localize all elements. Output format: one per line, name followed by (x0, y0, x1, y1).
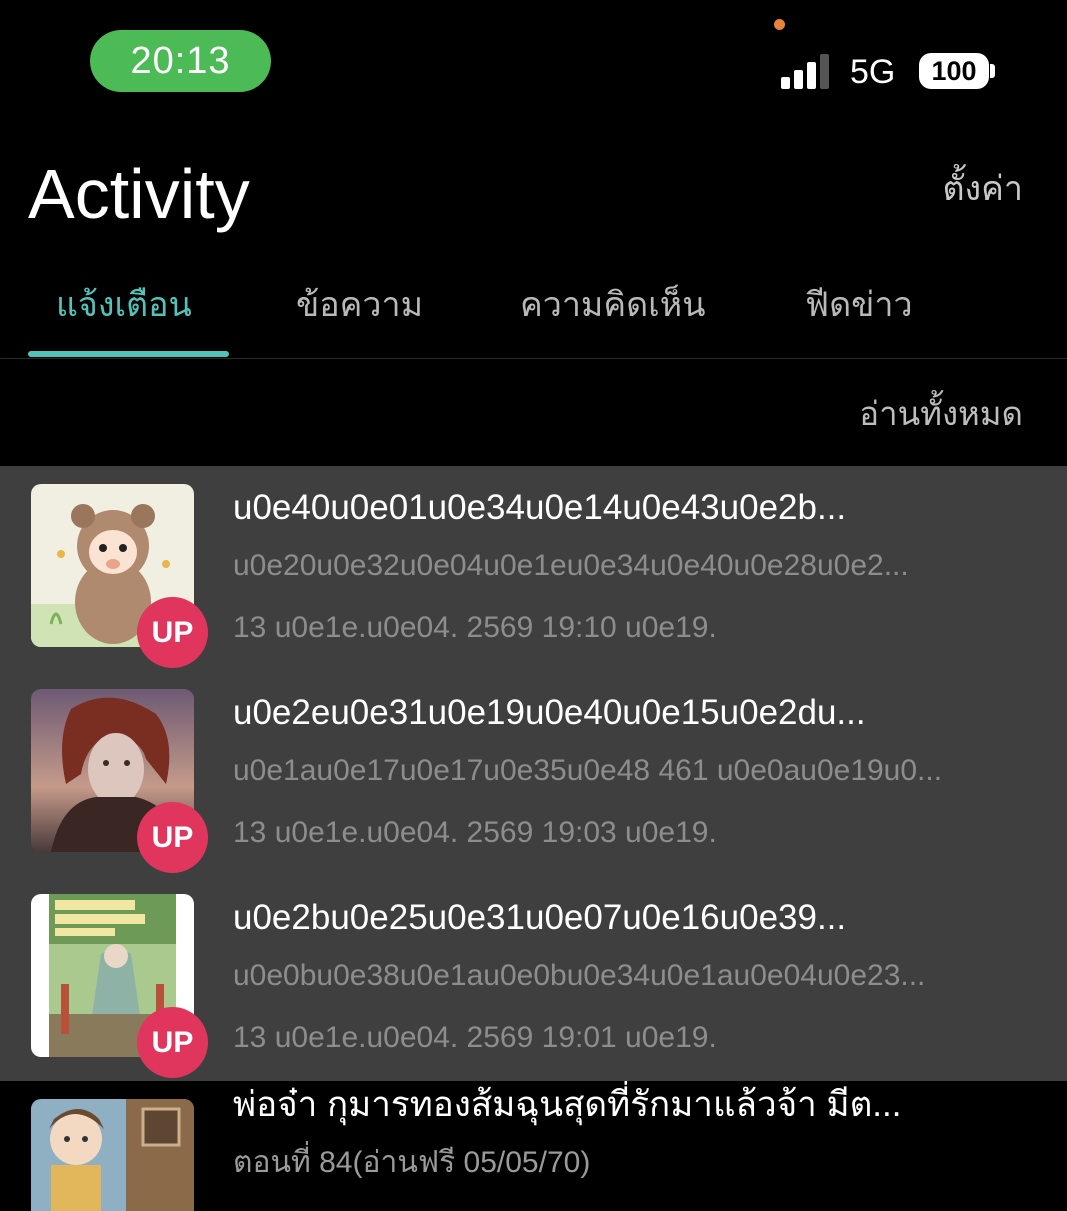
signal-strength-icon (781, 53, 831, 89)
notification-title: พ่อจ๋า กุมารทองส้มฉุนสุดที่รักมาแล้วจ้า … (233, 1085, 902, 1124)
notification-title: u0e2bu0e25u0e31u0e07u0e16u0e39... (233, 898, 847, 937)
tab-bar: แจ้งเตือน ข้อความ ความคิดเห็น ฟีดข่าว (0, 270, 1067, 359)
notification-time: 13 u0e1e.u0e04. 2569 19:03 u0e19. (233, 816, 717, 849)
notification-item[interactable]: UP u0e2bu0e25u0e31u0e07u0e16u0e39... u0e… (0, 876, 1067, 1081)
notification-item[interactable]: พ่อจ๋า กุมารทองส้มฉุนสุดที่รักมาแล้วจ้า … (0, 1081, 1067, 1211)
tab-notifications[interactable]: แจ้งเตือน (56, 280, 192, 330)
notification-title: u0e2eu0e31u0e19u0e40u0e15u0e2du... (233, 693, 866, 732)
settings-button[interactable]: ตั้งค่า (942, 164, 1023, 214)
network-type: 5G (850, 53, 896, 91)
notification-list: UP u0e40u0e01u0e34u0e14u0e43u0e2b... u0e… (0, 466, 1067, 1211)
cover-thumbnail (31, 1099, 194, 1211)
battery-level: 100 (931, 56, 977, 86)
privacy-indicator-dot (774, 19, 785, 30)
status-bar: 20:13 5G 100 (0, 0, 1067, 120)
notification-item[interactable]: UP u0e2eu0e31u0e19u0e40u0e15u0e2du... u0… (0, 671, 1067, 876)
notification-subtitle: u0e0bu0e38u0e1au0e0bu0e34u0e1au0e04u0e23… (233, 959, 926, 992)
update-badge: UP (137, 802, 208, 873)
status-time[interactable]: 20:13 (90, 30, 271, 92)
update-badge: UP (137, 597, 208, 668)
notification-subtitle: ตอนที่ 84(อ่านฟรี 05/05/70) (233, 1146, 591, 1179)
tab-messages[interactable]: ข้อความ (296, 280, 423, 330)
battery-icon: 100 (919, 53, 989, 89)
page-title: Activity (28, 155, 250, 233)
read-all-button[interactable]: อ่านทั้งหมด (859, 390, 1023, 438)
battery-cap (990, 64, 995, 78)
tab-news-feed[interactable]: ฟีดข่าว (805, 280, 913, 330)
notification-item[interactable]: UP u0e40u0e01u0e34u0e14u0e43u0e2b... u0e… (0, 466, 1067, 671)
notification-subtitle: u0e1au0e17u0e17u0e35u0e48 461 u0e0au0e19… (233, 754, 943, 787)
notification-title: u0e40u0e01u0e34u0e14u0e43u0e2b... (233, 488, 847, 527)
tab-comments[interactable]: ความคิดเห็น (520, 280, 705, 330)
notification-subtitle: u0e20u0e32u0e04u0e1eu0e34u0e40u0e28u0e2.… (233, 549, 909, 582)
update-badge: UP (137, 1007, 208, 1078)
active-tab-indicator (28, 351, 229, 357)
notification-time: 13 u0e1e.u0e04. 2569 19:10 u0e19. (233, 611, 717, 644)
notification-time: 13 u0e1e.u0e04. 2569 19:01 u0e19. (233, 1021, 717, 1054)
